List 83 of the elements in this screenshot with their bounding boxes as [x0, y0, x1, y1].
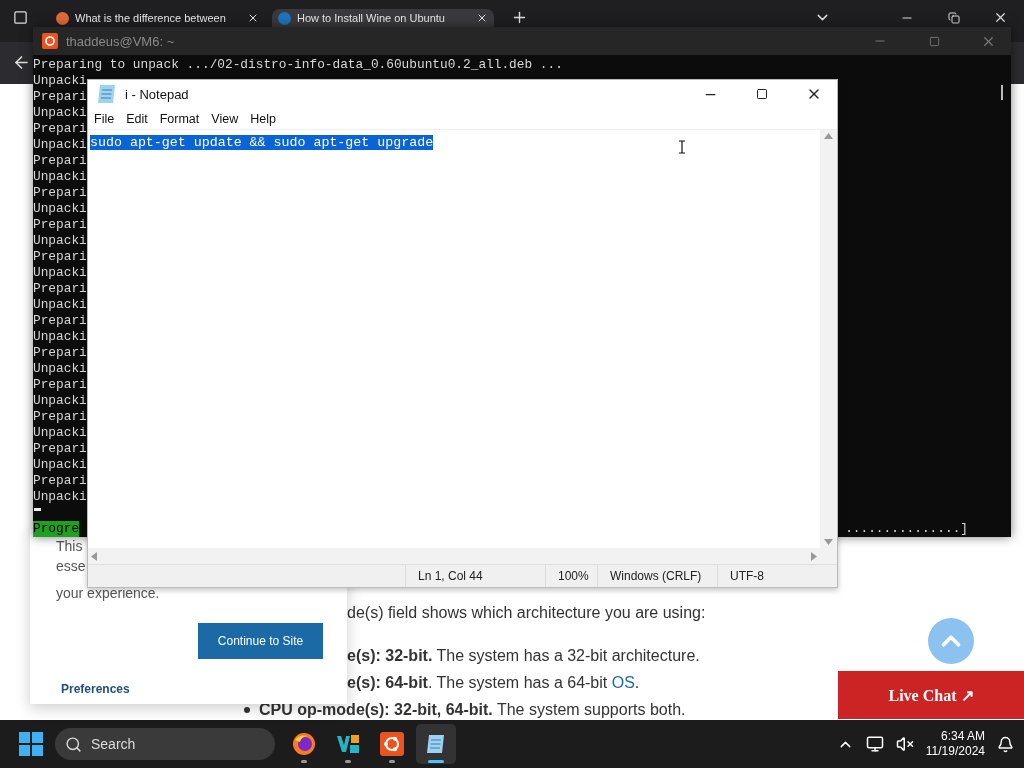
- maximize-icon[interactable]: [756, 88, 768, 100]
- terminal-line: Unpacki: [33, 489, 87, 504]
- terminal-line: Unpacki: [33, 329, 87, 344]
- editor-icon: [335, 732, 361, 756]
- progress-label: Progre: [33, 521, 80, 537]
- terminal-line: Prepari: [33, 441, 87, 456]
- close-icon[interactable]: [476, 12, 488, 24]
- browser-tab[interactable]: How to Install Wine on Ubuntu: [272, 9, 494, 27]
- browser-tab[interactable]: What is the difference between: [50, 9, 265, 27]
- text-cursor-icon: [678, 140, 686, 154]
- terminal-line: Preparing to unpack .../02-distro-info-data_0.60ubuntu0.2_all.deb ...: [33, 57, 563, 72]
- scroll-left-icon[interactable]: [91, 551, 97, 561]
- firefox-icon: [292, 732, 316, 756]
- scrollbar-thumb[interactable]: [1001, 85, 1003, 100]
- muted-speaker-icon[interactable]: [895, 735, 914, 753]
- scroll-down-icon[interactable]: [824, 539, 833, 545]
- terminal-line: Unpacki: [33, 169, 87, 184]
- status-text: UTF-8: [730, 569, 764, 583]
- terminal-line: Prepari: [33, 313, 87, 328]
- terminal-line: Unpacki: [33, 457, 87, 472]
- menu-item[interactable]: View: [205, 111, 245, 126]
- scroll-right-icon[interactable]: [811, 551, 817, 561]
- favicon-icon: [278, 11, 291, 25]
- terminal-line: Unpacki: [33, 297, 87, 312]
- terminal-line: Prepari: [33, 409, 87, 424]
- favicon-icon: [56, 11, 69, 25]
- article-text: de(s) field shows which architecture you are using:: [346, 603, 707, 623]
- search-field[interactable]: Search: [55, 728, 275, 760]
- tab-switcher-icon[interactable]: [12, 10, 28, 25]
- network-icon[interactable]: [865, 735, 884, 753]
- terminal-cursor: [34, 508, 41, 511]
- terminal-line: Prepari: [33, 345, 87, 360]
- live-chat-button[interactable]: Live Chat ↗: [838, 671, 1024, 719]
- progress-bar-text: ...............]: [845, 521, 968, 537]
- list-item-text: e(s): 32-bit. The system has a 32-bit architecture.: [347, 646, 700, 665]
- menu-item[interactable]: Help: [244, 111, 282, 126]
- terminal-line: Prepari: [33, 121, 87, 136]
- menu-item[interactable]: Format: [153, 111, 206, 126]
- terminal-line: Prepari: [33, 217, 87, 232]
- window-title: i - Notepad: [125, 86, 189, 102]
- list-item-text: e(s): 64-bit. The system has a 64-bit OS.: [347, 673, 640, 692]
- terminal-line: Unpacki: [33, 393, 87, 408]
- restore-icon[interactable]: [947, 11, 960, 24]
- menu-item[interactable]: File: [88, 111, 121, 126]
- os-link[interactable]: OS: [611, 673, 635, 691]
- terminal-line: Prepari: [33, 249, 87, 264]
- terminal-line: Unpacki: [33, 73, 87, 88]
- terminal-line: Unpacki: [33, 105, 87, 120]
- terminal-line: Prepari: [33, 281, 87, 296]
- status-text: Windows (CRLF): [610, 569, 702, 583]
- windows-logo-icon[interactable]: [19, 732, 43, 756]
- terminal-line: Unpacki: [33, 201, 87, 216]
- terminal-line: Unpacki: [33, 361, 87, 376]
- terminal-line: Unpacki: [33, 265, 87, 280]
- terminal-line: Unpacki: [33, 233, 87, 248]
- search-icon: [65, 735, 82, 753]
- cookie-text: This: [56, 537, 83, 556]
- clock-date[interactable]: 11/19/2024: [925, 744, 985, 759]
- clock-time[interactable]: 6:34 AM: [940, 729, 985, 744]
- status-text: Ln 1, Col 44: [418, 569, 483, 583]
- bullet-icon: [244, 706, 250, 713]
- menu-item[interactable]: Edit: [120, 111, 154, 126]
- close-icon[interactable]: [993, 10, 1008, 25]
- taskbar-app[interactable]: [416, 724, 456, 764]
- close-icon[interactable]: [247, 12, 259, 24]
- status-text: 100%: [558, 569, 589, 583]
- cookie-text: esse: [56, 557, 86, 576]
- terminal-line: Unpacki: [33, 425, 87, 440]
- selected-text: sudo apt-get update && sudo apt-get upgrade: [90, 135, 434, 150]
- terminal-line: Prepari: [33, 185, 87, 200]
- terminal-line: Prepari: [33, 377, 87, 392]
- terminal-line: Unpacki: [33, 137, 87, 152]
- scroll-up-icon[interactable]: [824, 133, 833, 139]
- notification-icon[interactable]: [997, 735, 1014, 753]
- cookie-text: your experience.: [56, 584, 160, 603]
- continue-button[interactable]: Continue to Site: [198, 623, 323, 659]
- window-title: thaddeus@VM6: ~: [66, 33, 175, 49]
- preferences-link[interactable]: Preferences: [61, 682, 130, 696]
- ubuntu-icon: [380, 732, 404, 756]
- terminal-line: Prepari: [33, 473, 87, 488]
- ubuntu-icon: [42, 33, 58, 49]
- terminal-line: Prepari: [33, 89, 87, 104]
- terminal-line: Prepari: [33, 153, 87, 168]
